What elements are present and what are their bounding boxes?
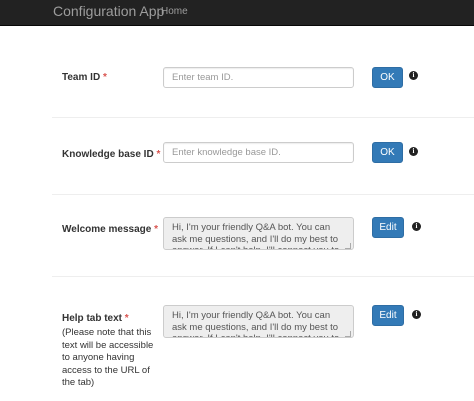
help-tab-textarea[interactable] [163, 305, 354, 338]
team-id-label-text: Team ID [62, 72, 101, 83]
welcome-message-label-text: Welcome message [62, 224, 152, 235]
row-divider [52, 194, 474, 195]
help-tab-note: (Please note that this text will be acce… [62, 327, 154, 388]
required-marker: * [102, 72, 107, 83]
team-id-label: Team ID * [62, 72, 107, 84]
required-marker: * [154, 224, 158, 235]
kb-id-ok-button[interactable]: OK [372, 142, 403, 163]
required-marker: * [124, 313, 129, 324]
row-divider [52, 276, 474, 277]
team-id-ok-button[interactable]: OK [372, 67, 403, 88]
welcome-message-textarea[interactable] [163, 217, 354, 250]
kb-id-label-text: Knowledge base ID [62, 149, 154, 160]
app-brand[interactable]: Configuration App [53, 3, 164, 19]
help-tab-edit-button[interactable]: Edit [372, 305, 404, 326]
help-tab-label-text: Help tab text [62, 313, 123, 324]
info-circle-icon[interactable]: i [412, 310, 421, 319]
info-circle-icon[interactable]: i [409, 71, 418, 80]
row-divider [52, 117, 474, 118]
kb-id-label: Knowledge base ID * [62, 149, 160, 161]
welcome-message-edit-button[interactable]: Edit [372, 217, 404, 238]
info-circle-icon[interactable]: i [412, 222, 421, 231]
required-marker: * [156, 149, 161, 160]
resize-grip-icon[interactable] [345, 331, 351, 337]
kb-id-input[interactable] [163, 142, 354, 163]
help-tab-label: Help tab text * [62, 313, 129, 325]
resize-grip-icon[interactable] [345, 243, 351, 249]
nav-home-link[interactable]: Home [161, 6, 188, 17]
navbar: Configuration App Home [0, 0, 474, 26]
team-id-input[interactable] [163, 67, 354, 88]
info-circle-icon[interactable]: i [409, 147, 418, 156]
welcome-message-label: Welcome message * [62, 224, 158, 236]
